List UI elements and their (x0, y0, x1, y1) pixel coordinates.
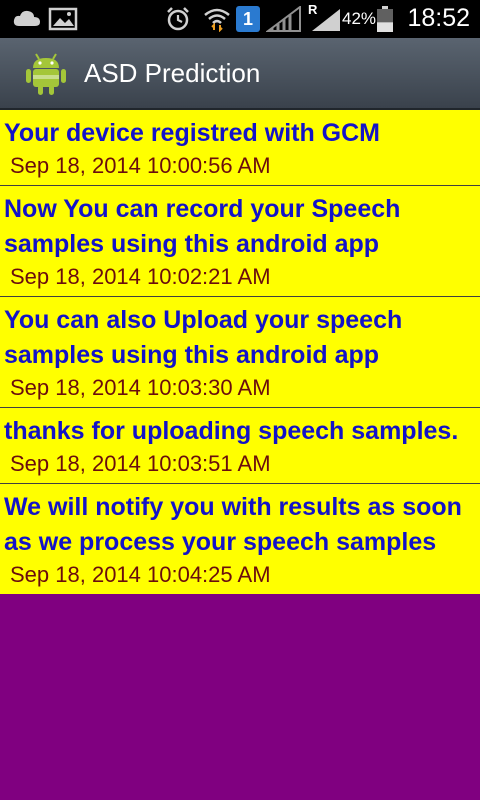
battery-icon (377, 6, 393, 32)
cloud-icon (13, 10, 40, 26)
sim-icon: 1 (236, 6, 260, 32)
alarm-icon (167, 7, 189, 31)
signal-icon (312, 9, 340, 31)
app-title: ASD Prediction (84, 58, 261, 88)
message-text: Now You can record your Speech samples u… (4, 195, 401, 258)
message-timestamp: Sep 18, 2014 10:02:21 AM (10, 264, 271, 289)
message-text: We will notify you with results as soon … (4, 493, 462, 556)
battery-percent: 42% (342, 9, 377, 28)
status-time: 18:52 (407, 4, 470, 32)
message-list[interactable]: Your device registred with GCM Sep 18, 2… (0, 110, 480, 594)
list-item[interactable]: You can also Upload your speech samples … (0, 297, 480, 408)
message-timestamp: Sep 18, 2014 10:03:51 AM (10, 451, 271, 476)
list-item[interactable]: thanks for uploading speech samples. Sep… (0, 408, 480, 484)
message-timestamp: Sep 18, 2014 10:00:56 AM (10, 153, 271, 178)
gallery-icon (48, 7, 78, 31)
android-icon[interactable] (24, 50, 68, 96)
phone-screen: 1 R 42% 18:52 ASD Prediction Your device… (0, 0, 480, 800)
action-bar: ASD Prediction (0, 38, 480, 110)
sim-number: 1 (242, 9, 253, 29)
status-bar[interactable]: 1 R 42% 18:52 (0, 0, 480, 38)
message-text: You can also Upload your speech samples … (4, 306, 403, 369)
message-text: thanks for uploading speech samples. (4, 417, 459, 445)
message-timestamp: Sep 18, 2014 10:04:25 AM (10, 562, 271, 587)
list-item[interactable]: We will notify you with results as soon … (0, 484, 480, 594)
message-timestamp: Sep 18, 2014 10:03:30 AM (10, 375, 271, 400)
signal-icon (266, 6, 301, 32)
wifi-icon (204, 8, 230, 32)
list-item[interactable]: Your device registred with GCM Sep 18, 2… (0, 110, 480, 186)
list-item[interactable]: Now You can record your Speech samples u… (0, 186, 480, 297)
message-text: Your device registred with GCM (4, 119, 381, 147)
